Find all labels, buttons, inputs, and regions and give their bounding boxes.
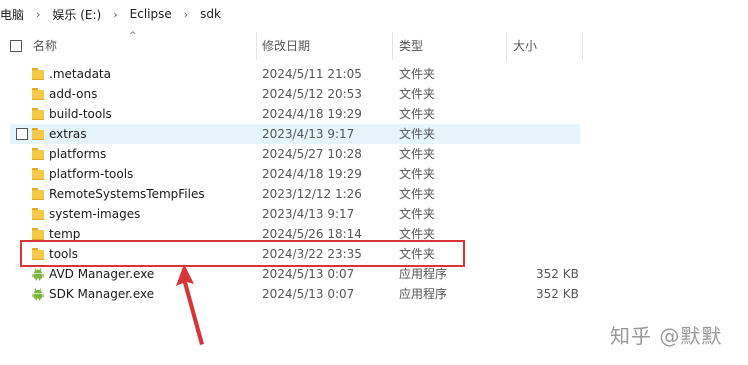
file-explorer-window: 电脑 › 娱乐 (E:) › Eclipse › sdk ^ 名称 修改日期 类… [0,0,748,365]
file-type: 文件夹 [399,147,436,161]
sort-ascending-icon: ^ [129,31,137,41]
folder-icon [31,207,45,221]
column-divider[interactable] [506,32,507,60]
file-modified-date: 2024/5/27 10:28 [262,147,362,161]
file-name: SDK Manager.exe [49,287,155,301]
file-row[interactable]: platform-tools 2024/4/18 19:29 文件夹 [0,164,590,184]
android-icon [31,267,45,281]
file-modified-date: 2024/4/18 19:29 [262,107,362,121]
column-header-name[interactable]: 名称 [33,30,57,62]
folder-icon [31,107,45,121]
column-header-type[interactable]: 类型 [399,30,423,62]
breadcrumb-item-drive[interactable]: 娱乐 (E:) [52,6,101,23]
file-size [536,244,576,264]
column-divider[interactable] [256,32,257,60]
breadcrumb-item-pc[interactable]: 电脑 [0,6,24,23]
file-row[interactable]: .metadata 2024/5/11 21:05 文件夹 [0,64,590,84]
file-type: 应用程序 [399,267,448,281]
file-size [536,64,576,84]
file-size [536,124,576,144]
file-size [536,84,576,104]
folder-icon [31,127,45,141]
file-type: 应用程序 [399,287,448,301]
watermark-text: 知乎 @默默 [610,324,723,348]
file-type: 文件夹 [399,67,436,81]
chevron-right-icon[interactable]: › [113,8,117,21]
file-name: platforms [49,147,107,161]
file-name: AVD Manager.exe [49,267,155,281]
file-name: build-tools [49,107,112,121]
file-type: 文件夹 [399,87,436,101]
file-modified-date: 2024/5/12 20:53 [262,87,362,101]
breadcrumb-item-eclipse[interactable]: Eclipse [130,7,172,21]
file-size: 352 KB [536,267,579,281]
column-header: ^ 名称 修改日期 类型 大小 [0,30,590,62]
file-row[interactable]: SDK Manager.exe 2024/5/13 0:07 应用程序 352 KB [0,284,590,304]
file-name: .metadata [49,67,111,81]
file-name: RemoteSystemsTempFiles [49,187,205,201]
file-size [536,164,576,184]
file-size [536,144,576,164]
folder-icon [31,67,45,81]
column-divider[interactable] [392,32,393,60]
row-checkbox[interactable] [16,128,28,140]
file-row[interactable]: AVD Manager.exe 2024/5/13 0:07 应用程序 352 KB [0,264,590,284]
folder-icon [31,187,45,201]
column-header-date[interactable]: 修改日期 [262,30,310,62]
android-icon [31,287,45,301]
file-modified-date: 2023/4/13 9:17 [262,207,355,221]
file-row[interactable]: add-ons 2024/5/12 20:53 文件夹 [0,84,590,104]
file-modified-date: 2023/4/13 9:17 [262,127,355,141]
file-size [536,184,576,204]
annotation-highlight-box [20,240,465,267]
file-type: 文件夹 [399,167,436,181]
file-modified-date: 2024/5/13 0:07 [262,287,355,301]
file-modified-date: 2024/5/11 21:05 [262,67,362,81]
chevron-right-icon[interactable]: › [184,8,188,21]
file-type: 文件夹 [399,127,436,141]
column-header-size[interactable]: 大小 [513,30,537,62]
file-row[interactable]: build-tools 2024/4/18 19:29 文件夹 [0,104,590,124]
column-divider[interactable] [582,32,583,60]
folder-icon [31,227,45,241]
folder-icon [31,167,45,181]
file-row[interactable]: system-images 2023/4/13 9:17 文件夹 [0,204,590,224]
file-modified-date: 2024/4/18 19:29 [262,167,362,181]
select-all-checkbox[interactable] [10,40,22,52]
file-row[interactable]: platforms 2024/5/27 10:28 文件夹 [0,144,590,164]
file-name: system-images [49,207,141,221]
file-modified-date: 2024/5/13 0:07 [262,267,355,281]
file-size [536,224,576,244]
file-size [536,204,576,224]
file-row[interactable]: extras 2023/4/13 9:17 文件夹 [10,124,580,144]
folder-icon [31,147,45,161]
chevron-right-icon[interactable]: › [36,8,40,21]
file-type: 文件夹 [399,107,436,121]
file-row[interactable]: RemoteSystemsTempFiles 2023/12/12 1:26 文件夹 [0,184,590,204]
breadcrumb-item-sdk[interactable]: sdk [200,7,221,21]
file-modified-date: 2023/12/12 1:26 [262,187,362,201]
folder-icon [31,87,45,101]
breadcrumb: 电脑 › 娱乐 (E:) › Eclipse › sdk [0,0,748,28]
file-type: 文件夹 [399,187,436,201]
file-type: 文件夹 [399,207,436,221]
file-size: 352 KB [536,287,579,301]
file-name: extras [49,127,87,141]
file-name: add-ons [49,87,98,101]
file-size [536,104,576,124]
annotation-arrow-icon [176,264,204,345]
file-name: platform-tools [49,167,134,181]
